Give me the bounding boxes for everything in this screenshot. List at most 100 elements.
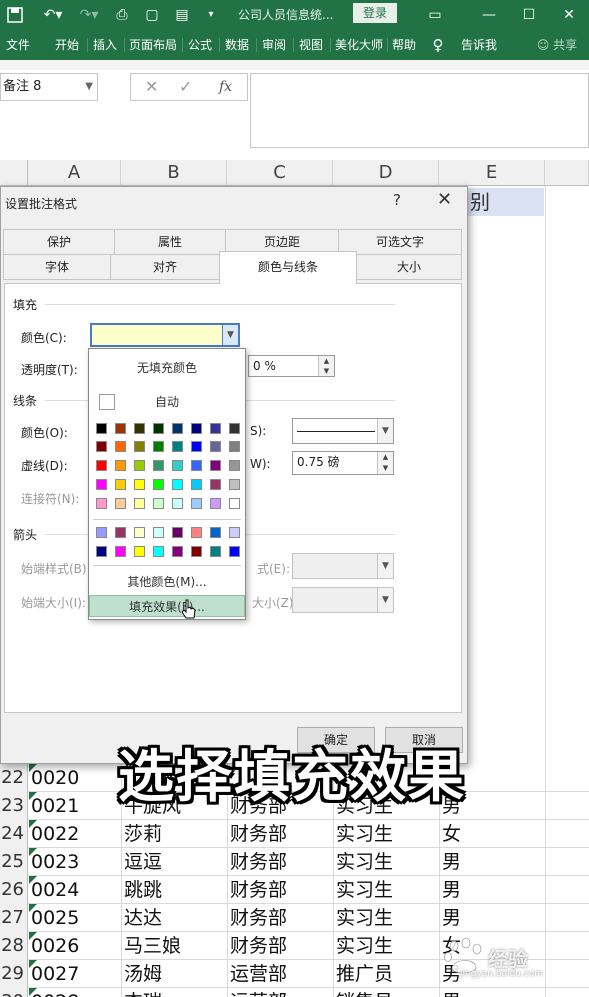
cell-dept[interactable]: 财务部 [227,904,333,932]
name-box[interactable]: 备注 8 ▼ [0,73,98,101]
color-swatch[interactable] [134,423,145,434]
cell-dept[interactable]: 财务部 [227,876,333,904]
chevron-down-icon[interactable]: ▼ [85,74,93,100]
cell-id[interactable]: 0024 [28,876,121,904]
print-preview-icon[interactable]: ⎙ [112,0,132,30]
color-swatch[interactable] [172,460,183,471]
color-swatch[interactable] [96,498,107,509]
spinner-icon[interactable]: ▲ ▼ [318,356,334,376]
customize-qat-icon[interactable]: ▾ [204,0,218,30]
row-header[interactable]: 28 [0,932,28,960]
chevron-down-icon[interactable]: ▼ [222,325,238,345]
cell-id[interactable]: 0027 [28,960,121,988]
color-swatch[interactable] [96,423,107,434]
tab-properties[interactable]: 属性 [114,229,226,255]
cell-sex[interactable]: 男 [439,876,545,904]
close-icon[interactable]: ✕ [558,0,580,30]
color-swatch[interactable] [210,546,221,557]
tab-view[interactable]: 视图 [295,30,327,60]
row-header[interactable]: 25 [0,848,28,876]
cell-sex[interactable]: 男 [439,904,545,932]
color-swatch[interactable] [172,527,183,538]
column-header-c[interactable]: C [227,160,333,186]
cell-id[interactable]: 0021 [28,792,121,820]
tab-review[interactable]: 审阅 [258,30,290,60]
tab-size[interactable]: 大小 [356,254,462,280]
color-swatch[interactable] [153,423,164,434]
row-header[interactable]: 26 [0,876,28,904]
new-file-icon[interactable]: ▢ [142,0,162,30]
tell-me-box[interactable]: 告诉我 [456,30,502,60]
row-header[interactable]: 24 [0,820,28,848]
color-swatch[interactable] [153,527,164,538]
column-header-a[interactable]: A [28,160,121,186]
color-swatch[interactable] [229,527,240,538]
cell-title[interactable]: 实习生 [333,876,439,904]
color-swatch[interactable] [191,527,202,538]
color-swatch[interactable] [153,441,164,452]
color-swatch[interactable] [210,460,221,471]
spinner-icon[interactable]: ▲ ▼ [377,452,393,474]
cell-id[interactable]: 0028 [28,988,121,997]
row-header[interactable]: 27 [0,904,28,932]
color-swatch[interactable] [115,546,126,557]
tab-font[interactable]: 字体 [3,254,111,280]
tab-file[interactable]: 文件 [0,30,36,60]
color-swatch[interactable] [134,498,145,509]
formula-input[interactable] [250,73,589,148]
color-swatch[interactable] [134,479,145,490]
column-header-f[interactable] [545,160,589,186]
cell-sex[interactable]: 男 [439,848,545,876]
tab-protection[interactable]: 保护 [3,229,115,255]
color-swatch[interactable] [229,498,240,509]
color-swatch[interactable] [210,498,221,509]
color-swatch[interactable] [153,479,164,490]
color-swatch[interactable] [115,498,126,509]
tab-page-layout[interactable]: 页面布局 [126,30,180,60]
column-header-b[interactable]: B [121,160,227,186]
tab-beautify-master[interactable]: 美化大师 [332,30,386,60]
row-header[interactable]: 29 [0,960,28,988]
cell-title[interactable]: 实习生 [333,932,439,960]
color-swatch[interactable] [115,479,126,490]
cell-name[interactable]: 跳跳 [121,876,227,904]
color-swatch[interactable] [191,423,202,434]
color-swatch[interactable] [191,498,202,509]
chevron-down-icon[interactable]: ▼ [377,419,393,443]
color-swatch[interactable] [172,479,183,490]
color-swatch[interactable] [115,441,126,452]
auto-option[interactable]: 自动 [89,391,245,413]
cancel-icon[interactable]: ✕ [145,77,158,96]
column-header-d[interactable]: D [333,160,439,186]
cell-name[interactable]: 逗逗 [121,848,227,876]
cell-dept[interactable]: 财务部 [227,848,333,876]
chevron-down-icon[interactable]: ▼ [377,554,393,578]
tab-colors-and-lines[interactable]: 颜色与线条 [219,251,357,284]
color-swatch[interactable] [229,460,240,471]
color-swatch[interactable] [96,441,107,452]
row-header[interactable]: 23 [0,792,28,820]
color-swatch[interactable] [210,479,221,490]
color-swatch[interactable] [191,460,202,471]
row-header[interactable]: 22 [0,764,28,792]
end-size-combo[interactable]: ▼ [292,587,394,613]
select-all-corner[interactable] [0,160,28,186]
color-swatch[interactable] [229,423,240,434]
transparency-field[interactable]: 0 % ▲ ▼ [248,355,335,377]
cell-title[interactable]: 实习生 [333,904,439,932]
table-row[interactable]: 24 0022 莎莉 财务部 实习生女 [0,820,589,848]
cell-name[interactable]: 汤姆 [121,960,227,988]
insert-function-icon[interactable]: fx [219,79,232,95]
color-swatch[interactable] [229,479,240,490]
end-style-combo[interactable]: ▼ [292,553,394,579]
color-swatch[interactable] [191,546,202,557]
login-button[interactable]: 登录 [353,3,397,23]
cell-name[interactable]: 莎莉 [121,820,227,848]
redo-icon[interactable]: ↷▾ [76,0,102,30]
color-swatch[interactable] [134,460,145,471]
color-swatch[interactable] [229,546,240,557]
cell-e1[interactable]: 别 [468,188,544,216]
fill-effects-option[interactable]: 填充效果(F)... [89,595,245,617]
save-icon[interactable] [4,0,26,30]
fill-color-combo[interactable]: ▼ [90,323,240,347]
